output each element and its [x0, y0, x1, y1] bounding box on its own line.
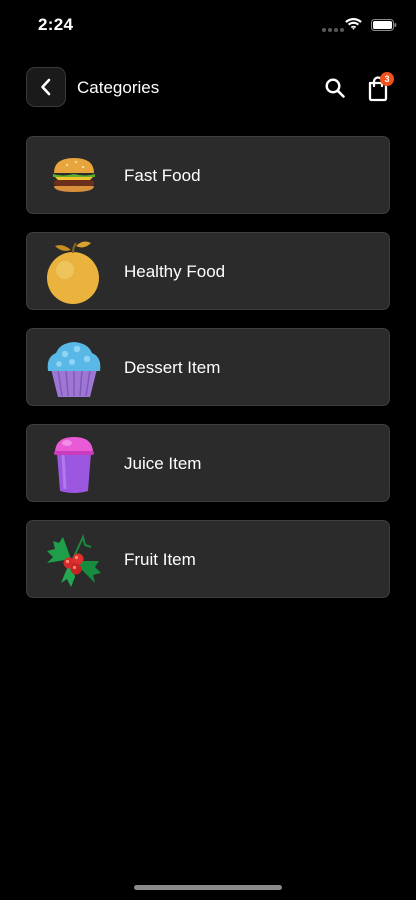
burger-icon — [53, 158, 95, 192]
orange-icon — [47, 241, 99, 304]
category-label: Fruit Item — [124, 550, 196, 569]
cupcake-icon — [47, 342, 101, 397]
search-icon[interactable] — [323, 76, 347, 100]
battery-icon — [371, 19, 397, 31]
category-card-juice-item[interactable]: Juice Item — [26, 424, 390, 502]
category-label: Juice Item — [124, 454, 202, 473]
category-label: Fast Food — [124, 166, 201, 185]
category-list: Fast Food Healthy Food Dessert Item Juic… — [26, 136, 390, 616]
category-card-healthy-food[interactable]: Healthy Food — [26, 232, 390, 310]
category-label: Dessert Item — [124, 358, 221, 377]
juice-cup-icon — [54, 437, 94, 493]
home-indicator — [134, 885, 282, 890]
category-card-fruit-item[interactable]: Fruit Item — [26, 520, 390, 598]
status-bar: 2:24 — [0, 0, 416, 54]
category-card-dessert-item[interactable]: Dessert Item — [26, 328, 390, 406]
app-header: Categories — [0, 66, 416, 110]
category-card-fast-food[interactable]: Fast Food — [26, 136, 390, 214]
category-label: Healthy Food — [124, 262, 226, 281]
back-button[interactable] — [26, 67, 66, 107]
wifi-icon — [345, 18, 362, 30]
signal-dots-icon — [322, 28, 344, 32]
chevron-left-icon — [41, 78, 51, 96]
page-title: Categories — [77, 78, 160, 97]
holly-berries-icon — [47, 533, 101, 587]
cart-count-badge: 3 — [380, 72, 394, 86]
status-time: 2:24 — [38, 15, 74, 34]
